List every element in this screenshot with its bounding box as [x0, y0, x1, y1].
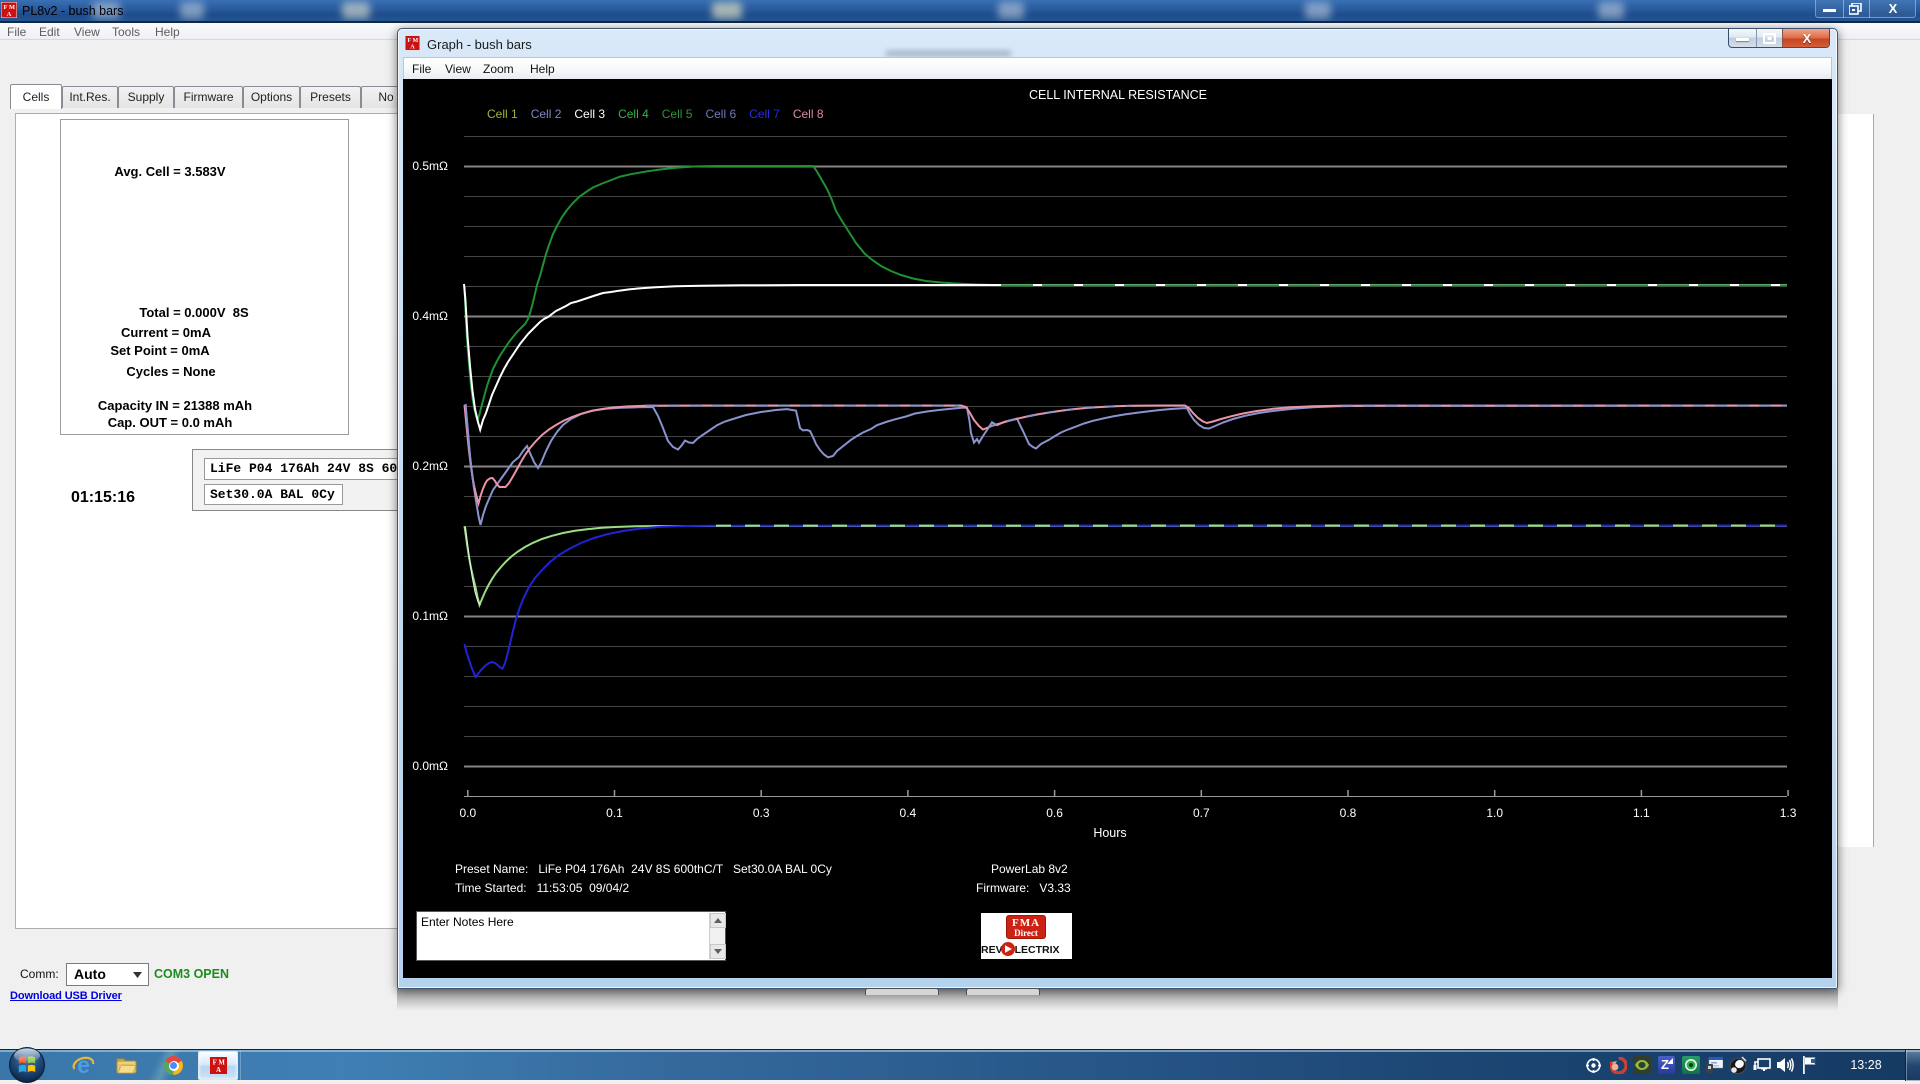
- svg-text:Hours: Hours: [1093, 826, 1126, 840]
- svg-text:M: M: [9, 4, 15, 11]
- svg-text:A: A: [410, 45, 415, 51]
- svg-text:F: F: [407, 38, 411, 44]
- svg-text:0.6: 0.6: [1046, 806, 1063, 820]
- svg-text:0.4: 0.4: [900, 806, 917, 820]
- svg-text:M: M: [218, 1059, 225, 1066]
- svg-text:A: A: [216, 1067, 221, 1074]
- svg-text:0.1mΩ: 0.1mΩ: [412, 609, 448, 623]
- svg-text:0.2mΩ: 0.2mΩ: [412, 459, 448, 473]
- svg-text:0.3: 0.3: [753, 806, 770, 820]
- svg-text:0.7: 0.7: [1193, 806, 1210, 820]
- svg-text:F: F: [4, 4, 8, 11]
- svg-text:0.8: 0.8: [1340, 806, 1357, 820]
- svg-text:0.1: 0.1: [606, 806, 623, 820]
- svg-text:1.3: 1.3: [1780, 806, 1797, 820]
- svg-text:1.0: 1.0: [1486, 806, 1503, 820]
- svg-text:0.5mΩ: 0.5mΩ: [412, 159, 448, 173]
- svg-text:F: F: [213, 1059, 217, 1066]
- svg-text:0.0: 0.0: [459, 806, 476, 820]
- svg-text:1.1: 1.1: [1633, 806, 1650, 820]
- svg-text:0.4mΩ: 0.4mΩ: [412, 309, 448, 323]
- svg-text:A: A: [7, 11, 12, 18]
- svg-text:0.0mΩ: 0.0mΩ: [412, 759, 448, 773]
- svg-text:M: M: [412, 38, 418, 44]
